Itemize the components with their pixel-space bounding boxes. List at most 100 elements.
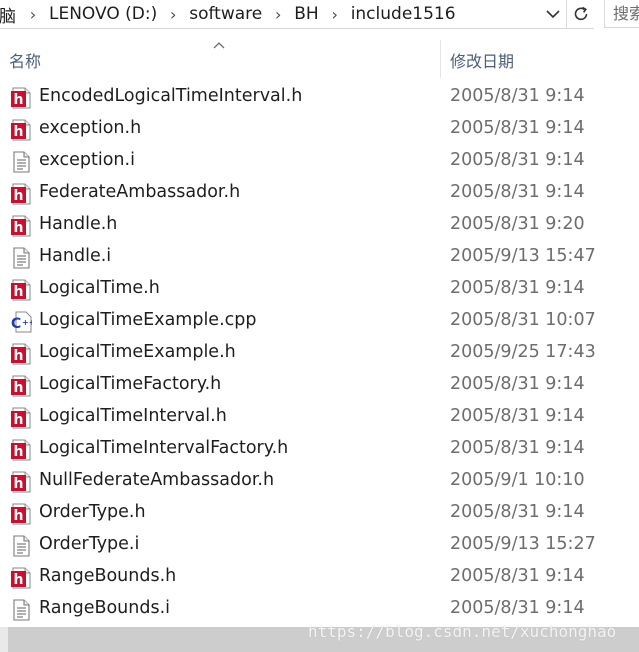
header-file-icon: h xyxy=(10,471,32,493)
file-row[interactable]: h LogicalTimeIntervalFactory.h 2005/8/31 9… xyxy=(0,434,639,466)
file-row[interactable]: h LogicalTimeInterval.h 2005/8/31 9:14 xyxy=(0,402,639,434)
file-name[interactable]: Handle.i xyxy=(39,246,111,266)
svg-text:h: h xyxy=(14,508,24,524)
file-row[interactable]: h NullFederateAmbassador.h 2005/9/1 10:10 xyxy=(0,466,639,498)
file-row[interactable]: h Handle.h 2005/8/31 9:20 xyxy=(0,210,639,242)
svg-text:h: h xyxy=(14,220,24,236)
file-row[interactable]: h LogicalTimeExample.h 2005/9/25 17:43 xyxy=(0,338,639,370)
header-file-icon: h xyxy=(10,439,32,461)
file-date-modified: 2005/9/1 10:10 xyxy=(450,470,585,490)
column-name-header[interactable]: 名称 xyxy=(9,48,41,72)
text-file-icon xyxy=(10,535,32,557)
text-file-icon xyxy=(10,151,32,173)
breadcrumb-separator-icon[interactable]: › xyxy=(159,5,187,24)
file-row[interactable]: h LogicalTime.h 2005/8/31 9:14 xyxy=(0,274,639,306)
file-name[interactable]: LogicalTimeExample.h xyxy=(39,342,236,362)
svg-text:h: h xyxy=(14,380,24,396)
svg-text:h: h xyxy=(14,348,24,364)
file-date-modified: 2005/8/31 9:14 xyxy=(450,182,585,202)
file-list: h EncodedLogicalTimeInterval.h 2005/8/31 9… xyxy=(0,82,639,626)
svg-text:h: h xyxy=(14,476,24,492)
file-date-modified: 2005/8/31 9:14 xyxy=(450,374,585,394)
header-file-icon: h xyxy=(10,503,32,525)
breadcrumb-bh[interactable]: BH xyxy=(292,4,320,24)
file-date-modified: 2005/8/31 9:14 xyxy=(450,438,585,458)
cpp-file-icon: C++ xyxy=(10,311,35,333)
file-name[interactable]: LogicalTimeExample.cpp xyxy=(39,310,256,330)
file-date-modified: 2005/8/31 9:14 xyxy=(450,502,585,522)
text-file-icon xyxy=(10,599,32,621)
file-row[interactable]: exception.i 2005/8/31 9:14 xyxy=(0,146,639,178)
file-date-modified: 2005/8/31 9:14 xyxy=(450,150,585,170)
breadcrumb-separator-icon[interactable]: › xyxy=(321,5,349,24)
file-date-modified: 2005/9/25 17:43 xyxy=(450,342,596,362)
file-row[interactable]: h LogicalTimeFactory.h 2005/8/31 9:14 xyxy=(0,370,639,402)
svg-text:C: C xyxy=(11,316,21,332)
breadcrumb-drive[interactable]: LENOVO (D:) xyxy=(47,4,159,24)
header-file-icon: h xyxy=(10,87,32,109)
file-name[interactable]: Handle.h xyxy=(39,214,117,234)
header-file-icon: h xyxy=(10,279,32,301)
file-row[interactable]: h FederateAmbassador.h 2005/8/31 9:14 xyxy=(0,178,639,210)
file-explorer-window: 脑 › LENOVO (D:) › software › BH › includ… xyxy=(0,0,639,652)
file-date-modified: 2005/8/31 9:14 xyxy=(450,406,585,426)
file-name[interactable]: LogicalTimeIntervalFactory.h xyxy=(39,438,288,458)
file-name[interactable]: LogicalTimeInterval.h xyxy=(39,406,227,426)
file-row[interactable]: h exception.h 2005/8/31 9:14 xyxy=(0,114,639,146)
file-date-modified: 2005/9/13 15:47 xyxy=(450,246,596,266)
column-date-modified-header[interactable]: 修改日期 xyxy=(450,48,514,72)
column-divider[interactable] xyxy=(440,40,441,78)
file-date-modified: 2005/8/31 9:14 xyxy=(450,566,585,586)
file-name[interactable]: RangeBounds.h xyxy=(39,566,176,586)
file-date-modified: 2005/9/13 15:27 xyxy=(450,534,596,554)
file-row[interactable]: h EncodedLogicalTimeInterval.h 2005/8/31 9… xyxy=(0,82,639,114)
file-name[interactable]: NullFederateAmbassador.h xyxy=(39,470,274,490)
header-file-icon: h xyxy=(10,119,32,141)
svg-text:h: h xyxy=(14,188,24,204)
file-date-modified: 2005/8/31 9:20 xyxy=(450,214,585,234)
file-date-modified: 2005/8/31 9:14 xyxy=(450,598,585,618)
refresh-icon[interactable] xyxy=(566,0,594,28)
svg-text:h: h xyxy=(14,124,24,140)
file-name[interactable]: exception.i xyxy=(39,150,135,170)
file-row[interactable]: h RangeBounds.h 2005/8/31 9:14 xyxy=(0,562,639,594)
file-name[interactable]: LogicalTimeFactory.h xyxy=(39,374,221,394)
file-name[interactable]: FederateAmbassador.h xyxy=(39,182,240,202)
file-row[interactable]: C++LogicalTimeExample.cpp2005/8/31 10:07 xyxy=(0,306,639,338)
sort-ascending-icon xyxy=(213,38,225,52)
file-row[interactable]: OrderType.i 2005/9/13 15:27 xyxy=(0,530,639,562)
file-date-modified: 2005/8/31 10:07 xyxy=(450,310,596,330)
svg-text:h: h xyxy=(14,444,24,460)
header-file-icon: h xyxy=(10,567,32,589)
file-name[interactable]: OrderType.i xyxy=(39,534,139,554)
breadcrumb-this-pc[interactable]: 脑 xyxy=(0,2,19,27)
header-file-icon: h xyxy=(10,343,32,365)
header-file-icon: h xyxy=(10,215,32,237)
file-date-modified: 2005/8/31 9:14 xyxy=(450,118,585,138)
file-name[interactable]: OrderType.h xyxy=(39,502,146,522)
breadcrumb-separator-icon[interactable]: › xyxy=(264,5,292,24)
watermark-text: https://blog.csdn.net/xuchonghao xyxy=(308,622,617,641)
file-name[interactable]: EncodedLogicalTimeInterval.h xyxy=(39,86,302,106)
header-file-icon: h xyxy=(10,375,32,397)
svg-text:h: h xyxy=(14,412,24,428)
file-row[interactable]: h OrderType.h 2005/8/31 9:14 xyxy=(0,498,639,530)
address-bar[interactable]: 脑 › LENOVO (D:) › software › BH › includ… xyxy=(0,0,594,29)
file-date-modified: 2005/8/31 9:14 xyxy=(450,86,585,106)
breadcrumb-include1516[interactable]: include1516 xyxy=(349,4,458,24)
svg-text:++: ++ xyxy=(22,318,32,327)
breadcrumb-software[interactable]: software xyxy=(187,4,264,24)
file-name[interactable]: LogicalTime.h xyxy=(39,278,160,298)
file-row[interactable]: Handle.i 2005/9/13 15:47 xyxy=(0,242,639,274)
file-date-modified: 2005/8/31 9:14 xyxy=(450,278,585,298)
svg-text:h: h xyxy=(14,284,24,300)
address-history-chevron-down-icon[interactable] xyxy=(541,2,565,26)
file-name[interactable]: exception.h xyxy=(39,118,141,138)
text-file-icon xyxy=(10,247,32,269)
file-name[interactable]: RangeBounds.i xyxy=(39,598,170,618)
search-input[interactable]: 搜索 xyxy=(604,0,639,28)
breadcrumb-separator-icon[interactable]: › xyxy=(19,5,47,24)
column-header: 名称 修改日期 xyxy=(0,38,639,78)
header-file-icon: h xyxy=(10,407,32,429)
svg-text:h: h xyxy=(14,572,24,588)
